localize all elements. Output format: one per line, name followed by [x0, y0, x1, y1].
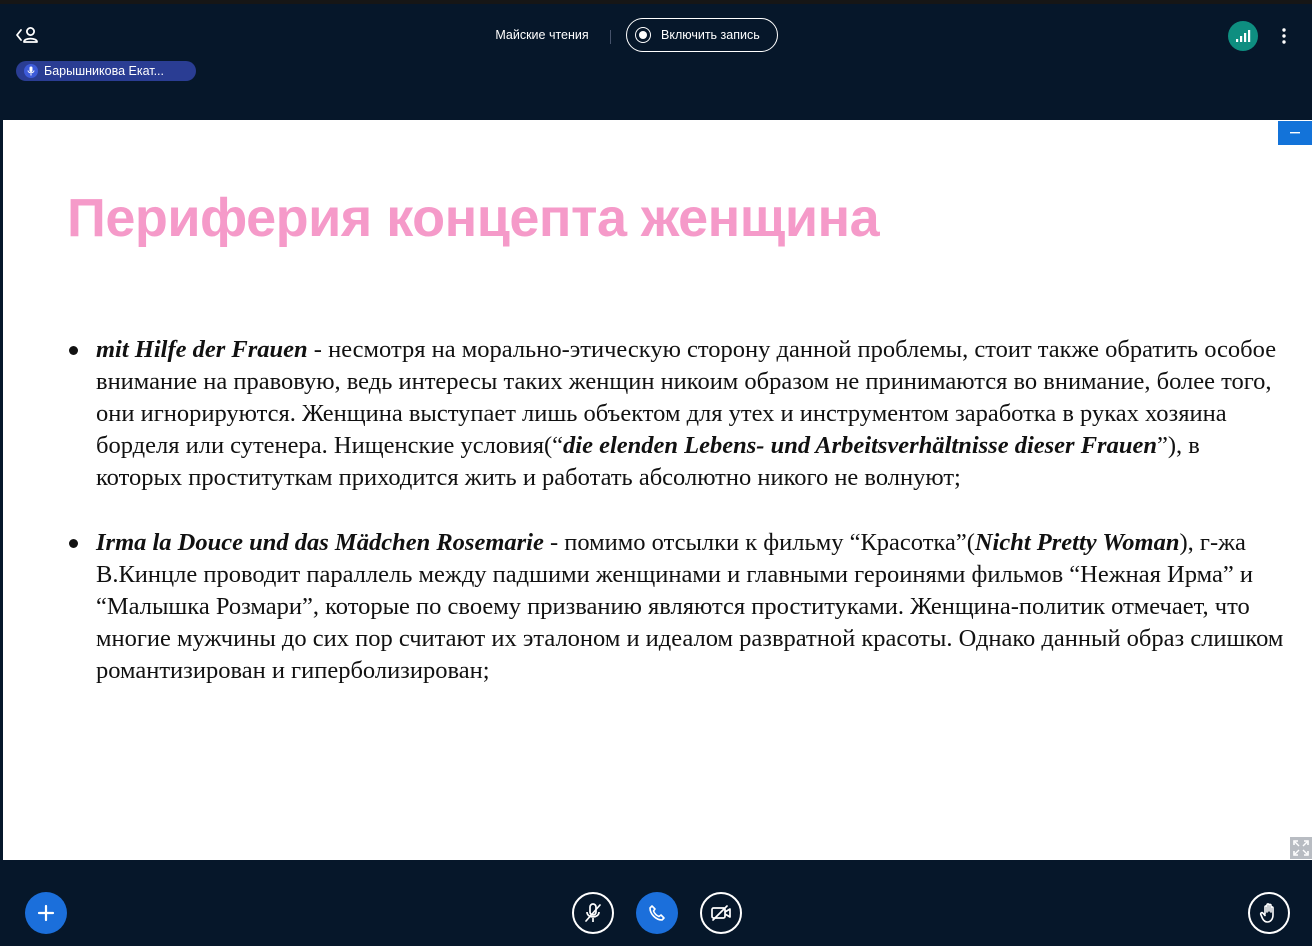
options-menu-button[interactable]	[1274, 21, 1294, 51]
users-toggle-button[interactable]	[14, 24, 44, 46]
record-label: Включить запись	[661, 28, 760, 42]
bullet-item: Irma la Douce und das Mädchen Rosemarie …	[69, 527, 1291, 687]
expand-icon	[1293, 840, 1309, 856]
slide-bullet-list: mit Hilfe der Frauen - несмотря на морал…	[63, 334, 1291, 720]
plus-icon	[37, 904, 55, 922]
bullet-item: mit Hilfe der Frauen - несмотря на морал…	[69, 334, 1291, 494]
mute-button[interactable]	[572, 892, 614, 934]
record-button[interactable]: Включить запись	[626, 18, 778, 52]
share-camera-button[interactable]	[700, 892, 742, 934]
signal-bars-icon	[1236, 30, 1251, 42]
minimize-presentation-button[interactable]	[1278, 121, 1312, 145]
meeting-header: Барышникова Екат... Майские чтения Включ…	[0, 4, 1312, 120]
bullet-emphasis: die elenden Lebens- und Arbeitsverhältni…	[563, 432, 1157, 459]
raise-hand-button[interactable]	[1248, 892, 1290, 934]
record-icon	[635, 27, 651, 43]
actions-button[interactable]	[25, 892, 67, 934]
presentation-slide: Периферия концепта женщина mit Hilfe der…	[3, 120, 1312, 860]
bullet-lead: mit Hilfe der Frauen	[96, 336, 308, 363]
bullet-lead: Irma la Douce und das Mädchen Rosemarie	[96, 529, 544, 556]
header-divider	[610, 30, 611, 44]
fullscreen-button[interactable]	[1290, 837, 1312, 859]
meeting-app: Барышникова Екат... Майские чтения Включ…	[0, 0, 1312, 946]
talking-indicator[interactable]: Барышникова Екат...	[16, 61, 196, 81]
user-back-icon	[16, 27, 38, 43]
mic-off-icon	[585, 903, 601, 922]
minus-icon	[1290, 132, 1300, 134]
bullet-text: - помимо отсылки к фильму “Красотка”(	[543, 529, 975, 556]
more-vertical-icon	[1282, 28, 1286, 44]
hand-icon	[1259, 903, 1274, 923]
meeting-title: Майские чтения	[495, 28, 589, 42]
action-bar	[0, 860, 1312, 946]
video-off-icon	[711, 905, 731, 921]
bullet-emphasis: Nicht Pretty Woman	[974, 529, 1180, 556]
phone-icon	[649, 905, 665, 921]
slide-title: Периферия концепта женщина	[67, 188, 880, 248]
mic-icon	[24, 64, 38, 78]
presenter-name: Барышникова Екат...	[44, 64, 165, 78]
leave-audio-button[interactable]	[636, 892, 678, 934]
connection-status-button[interactable]	[1228, 21, 1258, 51]
